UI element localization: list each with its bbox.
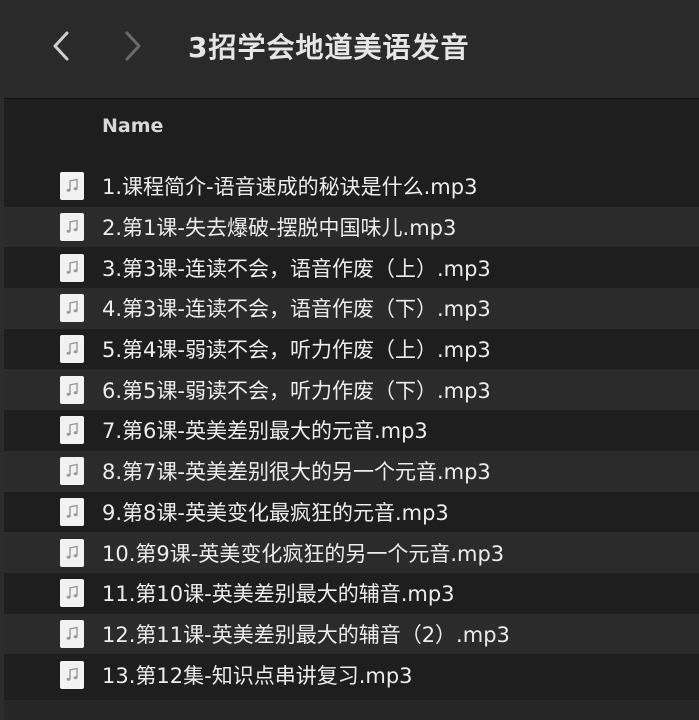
audio-file-icon [60,579,84,608]
audio-file-icon [60,253,84,282]
list-item[interactable]: 12.第11课-英美差别最大的辅音（2）.mp3 [4,613,699,655]
file-name: 11.第10课-英美差别最大的辅音.mp3 [102,582,455,607]
file-list: 1.课程简介-语音速成的秘诀是什么.mp3 2.第1课-失去爆破-摆脱中国味儿.… [4,166,699,695]
file-name: 9.第8课-英美变化最疯狂的元音.mp3 [102,500,449,525]
title-bar: 3招学会地道美语发音 [0,0,699,99]
file-name: 2.第1课-失去爆破-摆脱中国味儿.mp3 [102,216,457,241]
column-header[interactable]: Name [4,99,699,159]
list-item[interactable]: 11.第10课-英美差别最大的辅音.mp3 [4,573,699,614]
chevron-right-icon [125,31,141,61]
list-item[interactable]: 8.第7课-英美差别很大的另一个元音.mp3 [4,450,699,492]
forward-button[interactable] [118,28,148,64]
audio-file-icon [60,660,84,689]
file-name: 6.第5课-弱读不会，听力作废（下）.mp3 [102,378,491,403]
audio-file-icon [60,375,84,404]
list-item[interactable]: 7.第6课-英美差别最大的元音.mp3 [4,410,699,451]
audio-file-icon [60,294,84,323]
list-item[interactable]: 5.第4课-弱读不会，听力作废（上）.mp3 [4,329,699,370]
audio-file-icon [60,538,84,567]
audio-file-icon [60,213,84,242]
file-name: 4.第3课-连读不会，语音作废（下）.mp3 [102,297,491,322]
audio-file-icon [60,457,84,486]
list-item[interactable]: 6.第5课-弱读不会，听力作废（下）.mp3 [4,369,699,411]
window-title: 3招学会地道美语发音 [188,31,470,64]
file-name: 8.第7课-英美差别很大的另一个元音.mp3 [102,460,491,485]
file-name: 3.第3课-连读不会，语音作废（上）.mp3 [102,256,491,281]
file-name: 7.第6课-英美差别最大的元音.mp3 [102,419,428,444]
list-item[interactable]: 1.课程简介-语音速成的秘诀是什么.mp3 [4,166,699,207]
audio-file-icon [60,172,84,201]
audio-file-icon [60,416,84,445]
file-name: 12.第11课-英美差别最大的辅音（2）.mp3 [102,622,510,647]
list-item[interactable]: 9.第8课-英美变化最疯狂的元音.mp3 [4,492,699,533]
audio-file-icon [60,497,84,526]
file-name: 5.第4课-弱读不会，听力作废（上）.mp3 [102,338,491,363]
list-item[interactable]: 3.第3课-连读不会，语音作废（上）.mp3 [4,247,699,288]
file-name: 13.第12集-知识点串讲复习.mp3 [102,663,413,688]
list-item[interactable]: 13.第12集-知识点串讲复习.mp3 [4,654,699,695]
column-header-name[interactable]: Name [102,115,163,137]
audio-file-icon [60,335,84,364]
file-name: 10.第9课-英美变化疯狂的另一个元音.mp3 [102,541,505,566]
list-item[interactable]: 10.第9课-英美变化疯狂的另一个元音.mp3 [4,532,699,573]
chevron-left-icon [53,31,69,61]
list-item[interactable]: 2.第1课-失去爆破-摆脱中国味儿.mp3 [4,206,699,248]
audio-file-icon [60,619,84,648]
finder-window: 3招学会地道美语发音 Name 1.课程简介-语音速成的秘诀是什么.mp3 2.… [0,0,699,720]
list-empty-row [4,700,699,720]
list-item[interactable]: 4.第3课-连读不会，语音作废（下）.mp3 [4,288,699,329]
file-name: 1.课程简介-语音速成的秘诀是什么.mp3 [102,175,478,200]
back-button[interactable] [46,28,76,64]
